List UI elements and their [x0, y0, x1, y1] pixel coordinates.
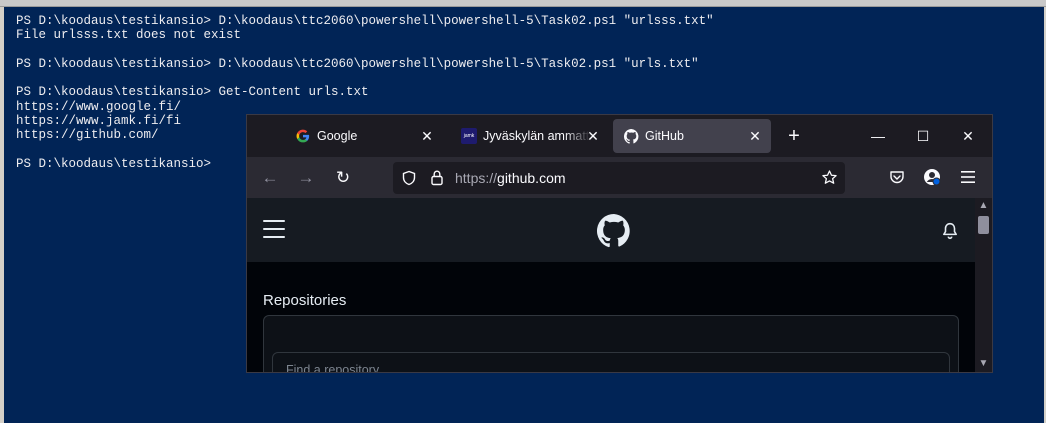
tab-title: Jyväskylän ammattikorkeakoulu — [483, 129, 591, 143]
address-bar[interactable]: https://github.com — [393, 162, 845, 194]
terminal-line: PS D:\koodaus\testikansio> D:\koodaus\tt… — [16, 14, 714, 28]
tab-title: Google — [317, 129, 358, 143]
tab-title: GitHub — [645, 129, 684, 143]
terminal-line: PS D:\koodaus\testikansio> Get-Content u… — [16, 85, 369, 100]
find-repository-input[interactable]: Find a repository... — [272, 352, 950, 373]
close-icon[interactable]: ✕ — [585, 128, 601, 144]
google-icon — [295, 128, 311, 144]
reload-button[interactable]: ↻ — [330, 165, 356, 191]
github-icon — [623, 128, 639, 144]
jamk-icon: jamk — [461, 128, 477, 144]
close-icon[interactable]: ✕ — [747, 128, 763, 144]
vertical-scrollbar[interactable]: ▲ ▼ — [975, 198, 992, 372]
github-header — [247, 198, 975, 262]
window-top-edge — [0, 0, 1046, 7]
find-repository-placeholder: Find a repository... — [286, 363, 389, 373]
tab-google[interactable]: Google ✕ — [285, 119, 443, 153]
firefox-window[interactable]: Google ✕ jamk Jyväskylän ammattikorkeako… — [246, 114, 993, 373]
menu-icon[interactable] — [955, 165, 981, 191]
bookmark-star-icon[interactable] — [821, 169, 838, 191]
navigation-toolbar: ← → ↻ https://github.com — [247, 157, 992, 198]
tab-github[interactable]: GitHub ✕ — [613, 119, 771, 153]
tab-jamk[interactable]: jamk Jyväskylän ammattikorkeakoulu ✕ — [451, 119, 605, 153]
maximize-button[interactable]: ☐ — [908, 123, 938, 149]
page-content[interactable]: Repositories Find a repository... ▲ ▼ — [247, 198, 992, 372]
hamburger-menu-icon[interactable] — [263, 220, 285, 238]
lock-icon[interactable] — [429, 169, 445, 191]
new-tab-button[interactable]: + — [783, 125, 805, 147]
pocket-icon[interactable] — [889, 169, 905, 190]
minimize-button[interactable]: — — [863, 123, 893, 149]
bell-icon[interactable] — [941, 222, 959, 240]
scrollbar-thumb[interactable] — [978, 216, 989, 234]
terminal-line: PS D:\koodaus\testikansio> D:\koodaus\tt… — [16, 56, 699, 71]
close-icon[interactable]: ✕ — [419, 128, 435, 144]
repositories-panel: Find a repository... — [263, 315, 959, 373]
tab-bar: Google ✕ jamk Jyväskylän ammattikorkeako… — [247, 115, 992, 157]
close-window-button[interactable]: ✕ — [953, 123, 983, 149]
url-text: https://github.com — [455, 170, 566, 186]
terminal-line: https://www.google.fi/ — [16, 99, 182, 114]
repositories-heading: Repositories — [263, 292, 347, 309]
shield-icon[interactable] — [401, 170, 417, 191]
back-button[interactable]: ← — [257, 165, 283, 191]
account-icon[interactable] — [923, 168, 941, 191]
terminal-line: File urlsss.txt does not exist — [16, 28, 242, 43]
github-logo-icon[interactable] — [597, 214, 631, 248]
scroll-down-arrow-icon[interactable]: ▼ — [975, 356, 992, 372]
forward-button[interactable]: → — [293, 165, 319, 191]
scroll-up-arrow-icon[interactable]: ▲ — [975, 198, 992, 214]
